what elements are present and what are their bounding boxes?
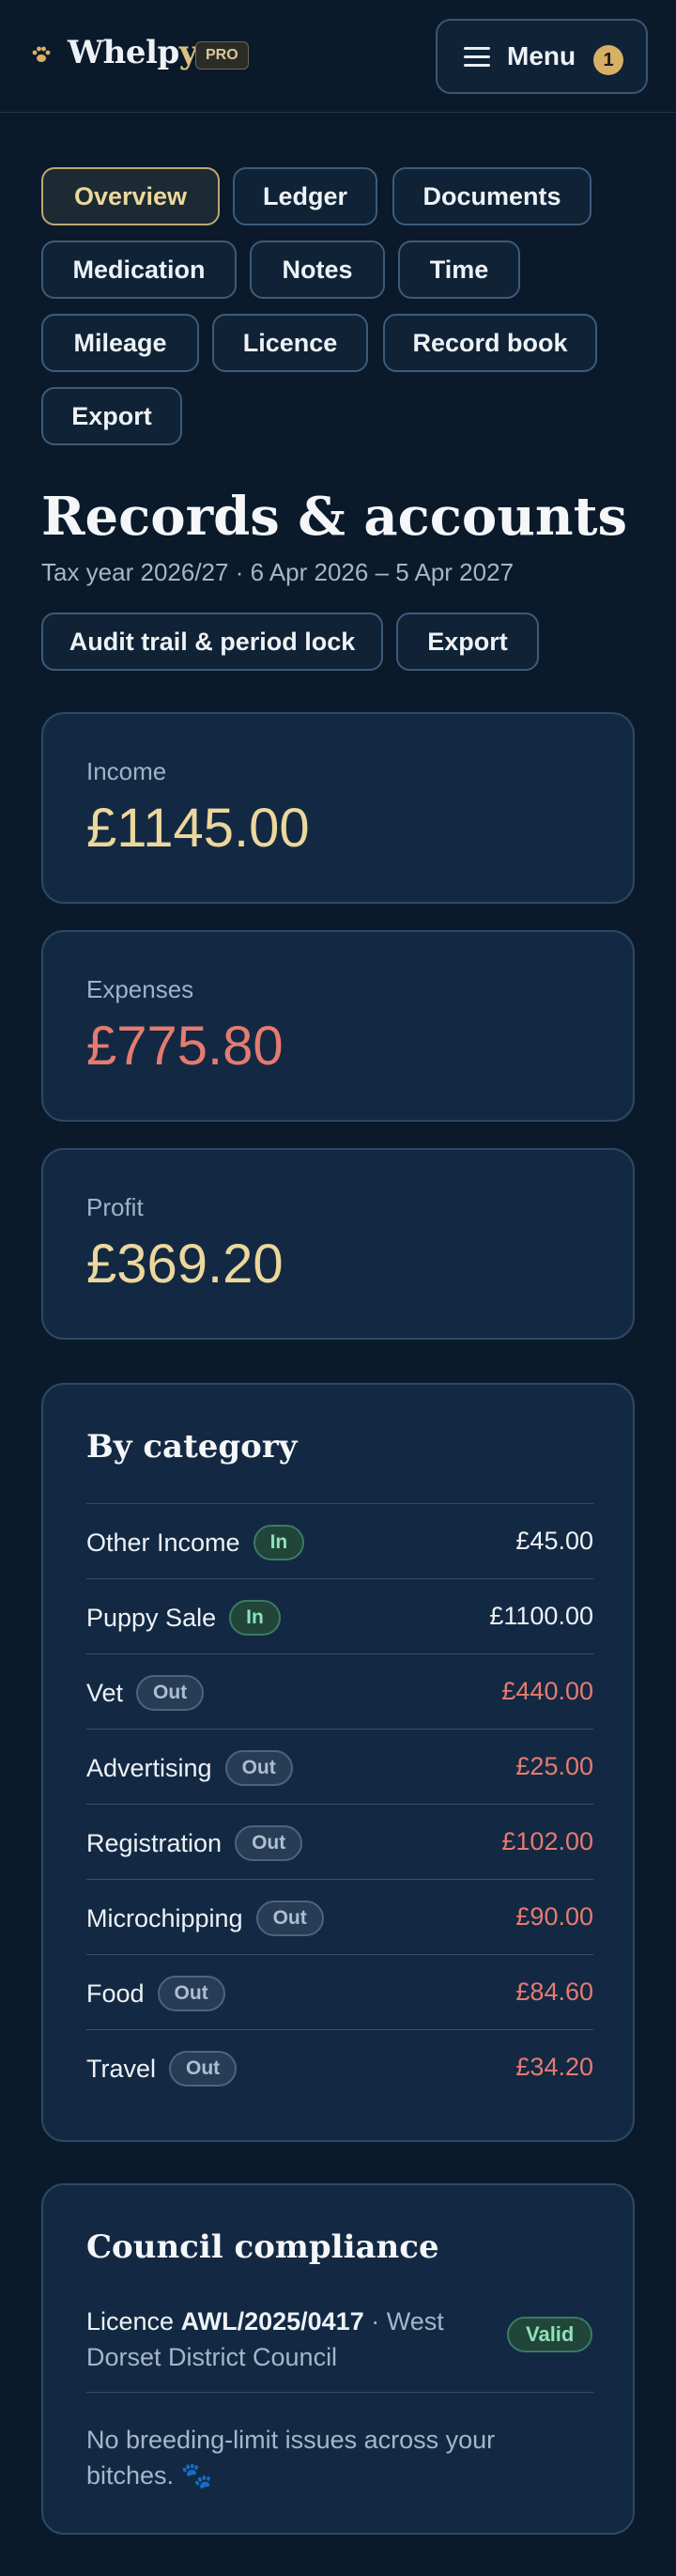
divider <box>86 2392 593 2393</box>
category-name: Registration <box>86 1829 223 1858</box>
profit-label: Profit <box>86 1193 144 1221</box>
income-card: Income £1145.00 <box>41 712 635 904</box>
brand-logo[interactable]: Whelpy <box>68 34 198 71</box>
by-category-card: By category Other Income In £45.00 Puppy … <box>41 1383 635 2142</box>
export-button[interactable]: Export <box>396 613 539 671</box>
category-row: Registration Out £102.00 <box>86 1804 593 1879</box>
tab-record-book[interactable]: Record book <box>383 314 597 372</box>
menu-button[interactable]: Menu 1 <box>436 19 648 94</box>
category-row: Microchipping Out £90.00 <box>86 1879 593 1954</box>
tab-export[interactable]: Export <box>41 387 182 445</box>
by-category-title: By category <box>86 1428 298 1466</box>
category-name: Microchipping <box>86 1904 243 1933</box>
category-name: Travel <box>86 2055 157 2084</box>
profit-value: £369.20 <box>86 1234 284 1295</box>
hamburger-icon <box>464 47 490 68</box>
app-header: Whelpy PRO Menu 1 <box>0 0 676 113</box>
category-name: Puppy Sale <box>86 1604 217 1633</box>
category-amount: £90.00 <box>515 1902 593 1931</box>
category-name: Advertising <box>86 1754 212 1783</box>
category-name: Food <box>86 1979 145 2009</box>
expenses-card: Expenses £775.80 <box>41 930 635 1122</box>
category-row: Vet Out £440.00 <box>86 1653 593 1729</box>
tab-notes[interactable]: Notes <box>250 241 385 299</box>
category-amount: £25.00 <box>515 1752 593 1780</box>
licence-info: Licence AWL/2025/0417 · West Dorset Dist… <box>86 2304 481 2375</box>
tab-medication[interactable]: Medication <box>41 241 237 299</box>
tab-ledger[interactable]: Ledger <box>233 167 377 225</box>
type-badge: Out <box>224 1750 293 1786</box>
licence-prefix: Licence <box>86 2307 175 2335</box>
category-row: Puppy Sale In £1100.00 <box>86 1578 593 1653</box>
type-badge: In <box>229 1600 281 1636</box>
licence-status-badge: Valid <box>507 2317 593 2352</box>
paw-icon <box>32 46 51 62</box>
type-badge: In <box>253 1525 305 1560</box>
type-badge: Out <box>235 1825 303 1861</box>
profit-card: Profit £369.20 <box>41 1148 635 1340</box>
expenses-value: £775.80 <box>86 1016 284 1077</box>
tab-mileage[interactable]: Mileage <box>41 314 199 372</box>
category-row: Advertising Out £25.00 <box>86 1729 593 1804</box>
category-amount: £34.20 <box>515 2053 593 2081</box>
compliance-title: Council compliance <box>86 2228 439 2266</box>
category-row: Food Out £84.60 <box>86 1954 593 2029</box>
menu-label: Menu <box>507 41 576 70</box>
type-badge: Out <box>169 2051 238 2087</box>
income-value: £1145.00 <box>86 798 310 859</box>
type-badge: Out <box>136 1675 205 1711</box>
type-badge: Out <box>255 1901 324 1936</box>
category-amount: £1100.00 <box>489 1602 593 1630</box>
tab-documents[interactable]: Documents <box>392 167 592 225</box>
tab-licence[interactable]: Licence <box>212 314 368 372</box>
tab-time[interactable]: Time <box>398 241 520 299</box>
audit-trail-button[interactable]: Audit trail & period lock <box>41 613 383 671</box>
category-row: Other Income In £45.00 <box>86 1503 593 1578</box>
tab-overview[interactable]: Overview <box>41 167 220 225</box>
category-name: Other Income <box>86 1529 240 1558</box>
breeding-limit-note: No breeding-limit issues across your bit… <box>86 2426 496 2490</box>
category-amount: £84.60 <box>515 1978 593 2006</box>
licence-number: AWL/2025/0417 <box>180 2307 364 2335</box>
page-title: Records & accounts <box>41 486 628 548</box>
menu-notification-count: 1 <box>593 45 623 75</box>
income-label: Income <box>86 757 167 785</box>
expenses-label: Expenses <box>86 975 194 1003</box>
category-name: Vet <box>86 1679 124 1708</box>
type-badge: Out <box>157 1976 225 2011</box>
brand-name: Whelp <box>68 34 179 71</box>
council-compliance-card: Council compliance Licence AWL/2025/0417… <box>41 2183 635 2535</box>
tax-year-subtitle: Tax year 2026/27 · 6 Apr 2026 – 5 Apr 20… <box>41 558 515 586</box>
category-amount: £102.00 <box>501 1827 593 1855</box>
category-amount: £45.00 <box>515 1527 593 1555</box>
category-row: Travel Out £34.20 <box>86 2029 593 2104</box>
category-amount: £440.00 <box>501 1677 593 1705</box>
pro-badge: PRO <box>195 41 249 70</box>
